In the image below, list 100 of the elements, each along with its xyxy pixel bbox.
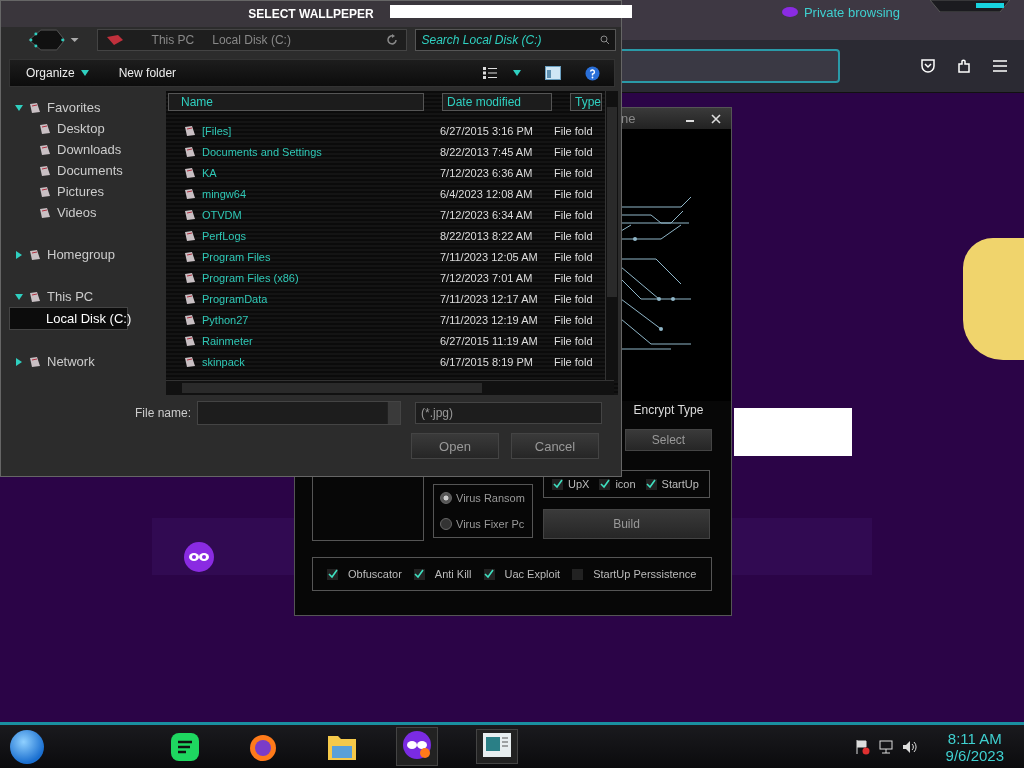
open-button[interactable]: Open: [411, 433, 499, 459]
folder-icon: [184, 187, 196, 200]
type-cell: File fold: [554, 334, 593, 347]
column-header[interactable]: Name: [168, 93, 424, 111]
checkbox[interactable]: [645, 478, 657, 490]
clock-date[interactable]: 9/6/2023: [945, 746, 1004, 764]
sidebar-item[interactable]: Favorites: [9, 97, 158, 118]
sidebar-item[interactable]: Pictures: [9, 181, 158, 202]
sidebar-item[interactable]: Network: [9, 351, 158, 372]
drive-icon: [105, 34, 124, 46]
refresh-icon[interactable]: [386, 34, 399, 46]
tab-title[interactable]: Private browsing: [803, 4, 900, 20]
file-name-cell[interactable]: OTVDM: [202, 208, 428, 221]
column-header[interactable]: Date modified: [442, 93, 552, 111]
mask-icon[interactable]: [402, 730, 432, 760]
folder-icon: [29, 355, 41, 368]
file-name-cell[interactable]: PerfLogs: [202, 229, 428, 242]
network-icon[interactable]: [877, 738, 894, 755]
start-button[interactable]: [10, 729, 44, 764]
expander-icon[interactable]: [15, 103, 23, 112]
dialog-title: SELECT WALLPEPER: [248, 7, 374, 21]
pocket-icon[interactable]: [920, 58, 936, 74]
folder-icon: [184, 313, 196, 326]
file-name-cell[interactable]: [Files]: [202, 124, 428, 137]
date-cell-text: 7/11/2023 12:17 AM: [440, 292, 539, 305]
date-cell-text: 6/4/2023 12:08 AM: [440, 187, 534, 200]
sidebar-item[interactable]: Desktop: [9, 118, 158, 139]
build-button[interactable]: Build: [543, 509, 710, 539]
checkbox[interactable]: [572, 568, 584, 580]
sidebar-item[interactable]: Downloads: [9, 139, 158, 160]
sidebar-item[interactable]: This PC: [9, 286, 158, 307]
type-cell: File fold: [554, 250, 593, 263]
file-name-cell[interactable]: skinpack: [202, 355, 428, 368]
folder-icon: [39, 185, 51, 198]
expander-icon[interactable]: [15, 292, 23, 301]
cancel-button[interactable]: Cancel: [511, 433, 599, 459]
radio-button[interactable]: [440, 492, 452, 504]
search-field[interactable]: Search Local Disk (C:): [415, 29, 617, 51]
folder-icon: [184, 124, 196, 137]
sidebar-item[interactable]: Videos: [9, 202, 158, 223]
checkbox[interactable]: [552, 478, 563, 490]
file-name-cell[interactable]: Program Files: [202, 250, 428, 263]
type-cell: File fold: [554, 271, 593, 284]
expander-icon[interactable]: [15, 250, 23, 259]
type-cell: File fold: [554, 313, 593, 326]
puzzle-icon[interactable]: [956, 58, 972, 74]
window-thumbnail-icon[interactable]: [482, 732, 512, 758]
vertical-scrollbar[interactable]: [605, 91, 618, 381]
checkbox[interactable]: [483, 568, 495, 580]
file-name-cell[interactable]: Program Files (x86): [202, 271, 428, 284]
date-cell-text: 6/17/2015 8:19 PM: [440, 355, 534, 368]
breadcrumb-item[interactable]: Local Disk (C:): [212, 33, 291, 47]
file-name-cell[interactable]: Python27: [202, 313, 428, 326]
new-folder-button[interactable]: New folder: [118, 66, 177, 80]
file-type-dropdown[interactable]: (*.jpg): [415, 402, 602, 424]
file-name-cell[interactable]: KA: [202, 166, 428, 179]
date-cell-text: 7/12/2023 6:34 AM: [440, 208, 534, 221]
preview-pane-icon[interactable]: [545, 66, 561, 80]
checkbox[interactable]: [599, 478, 611, 490]
file-name-cell[interactable]: ProgramData: [202, 292, 428, 305]
type-cell: File fold: [554, 145, 593, 158]
type-cell: File fold: [554, 166, 593, 179]
type-cell: File fold: [554, 292, 593, 305]
caret-icon[interactable]: [513, 70, 521, 76]
checkbox[interactable]: [413, 568, 425, 580]
music-app-icon[interactable]: [170, 731, 200, 762]
help-icon[interactable]: [585, 65, 600, 81]
clock-time[interactable]: 8:11 AM: [947, 729, 1002, 747]
sidebar-item[interactable]: Documents: [9, 160, 158, 181]
address-bar[interactable]: This PC Local Disk (C:): [96, 29, 408, 51]
radio-label: Virus Ransom: [456, 492, 525, 504]
date-cell-text: 6/27/2015 3:16 PM: [440, 124, 534, 137]
view-list-icon[interactable]: [483, 67, 497, 79]
file-name-field[interactable]: [197, 401, 401, 425]
breadcrumb-item[interactable]: This PC: [151, 33, 195, 47]
sidebar-item[interactable]: Homegroup: [9, 244, 158, 265]
date-cell-text: 7/11/2023 12:19 AM: [440, 313, 539, 326]
folder-icon: [184, 166, 196, 179]
flag-icon[interactable]: [853, 738, 870, 755]
folder-icon: [184, 145, 196, 158]
column-header[interactable]: Type: [570, 93, 602, 111]
folder-icon: [29, 290, 41, 303]
horizontal-scrollbar[interactable]: [166, 380, 614, 395]
checkbox-label: StartUp Perssistence: [593, 568, 697, 580]
folder-icon: [29, 101, 41, 114]
file-name-cell[interactable]: Rainmeter: [202, 334, 428, 347]
expander-icon[interactable]: [15, 357, 23, 366]
type-cell: File fold: [554, 124, 593, 137]
select-button[interactable]: Select: [625, 429, 712, 451]
file-name-cell[interactable]: mingw64: [202, 187, 428, 200]
organize-menu[interactable]: Organize: [26, 66, 75, 80]
radio-button[interactable]: [440, 518, 452, 530]
menu-icon[interactable]: [992, 59, 1008, 73]
close-icon[interactable]: [711, 113, 721, 124]
file-name-cell[interactable]: Documents and Settings: [202, 145, 428, 158]
mask-icon: [184, 542, 214, 572]
checkbox[interactable]: [327, 568, 338, 580]
window-title: ne: [621, 111, 637, 126]
folder-icon: [39, 143, 51, 156]
folder-icon: [39, 122, 51, 135]
